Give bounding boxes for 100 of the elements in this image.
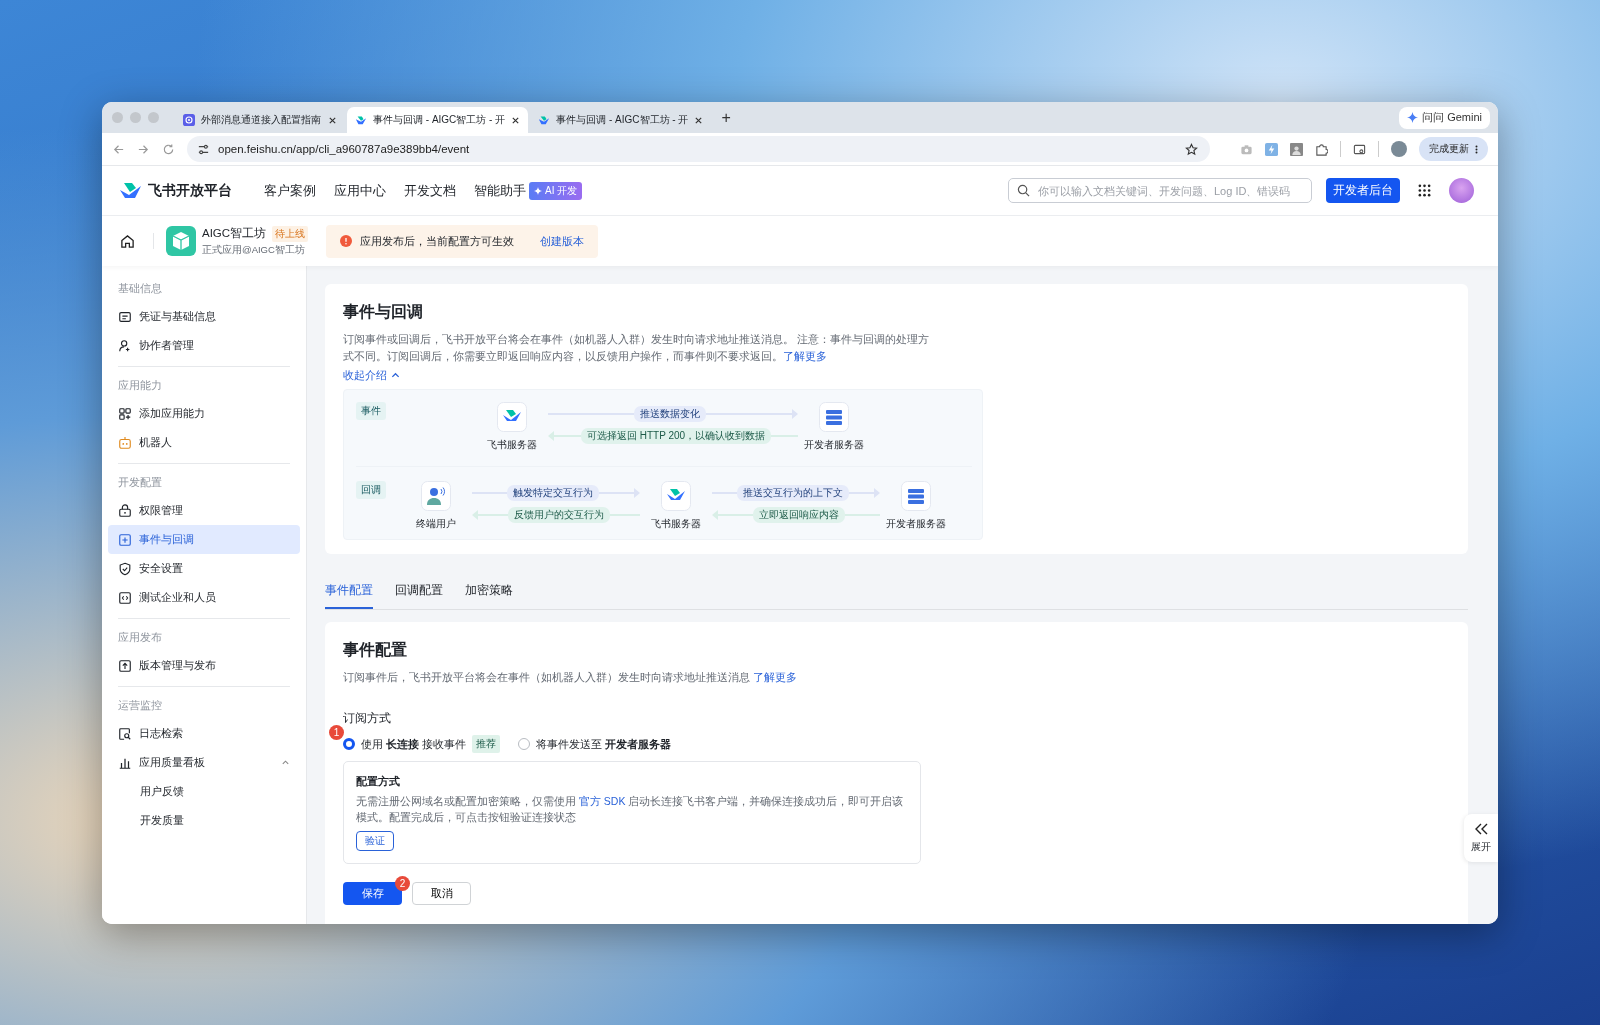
row-tag: 事件 [356, 402, 386, 420]
logo-text[interactable]: 飞书开放平台 [148, 181, 232, 200]
step-badge: 2 [395, 876, 410, 891]
apps-grid-icon[interactable] [1418, 184, 1431, 197]
sidebar-section-title: 应用能力 [118, 378, 163, 393]
camera-icon[interactable] [1240, 142, 1253, 156]
double-chevron-left-icon [1473, 822, 1489, 836]
puzzle-icon[interactable] [1315, 142, 1328, 156]
tab-search-icon[interactable] [1353, 142, 1366, 156]
sidebar-section-title: 应用发布 [118, 630, 163, 645]
browser-tab[interactable]: 外部消息通道接入配置指南 [175, 107, 345, 133]
node-label: 飞书服务器 [487, 438, 537, 452]
browser-tab[interactable]: 事件与回调 - AIGC智工坊 - 开 [530, 107, 712, 133]
close-icon[interactable] [694, 115, 704, 125]
server-icon [901, 481, 931, 511]
more-icon [1475, 143, 1478, 155]
search-icon [1017, 184, 1030, 197]
gemini-button[interactable]: 问问 Gemini [1399, 106, 1490, 129]
sidebar-item[interactable]: 机器人 [108, 428, 300, 457]
search-field[interactable]: 你可以输入文档关键词、开发问题、Log ID、错误码 [1008, 178, 1312, 203]
arrow-label: 推送数据变化 [634, 406, 706, 422]
site-settings-icon[interactable] [197, 142, 210, 156]
verify-button[interactable]: 验证 [356, 831, 394, 851]
node-label: 终端用户 [416, 517, 456, 531]
arrow-label: 触发特定交互行为 [507, 485, 599, 501]
sidebar-item[interactable]: 凭证与基础信息 [108, 302, 300, 331]
step-badge: 1 [329, 725, 344, 740]
expand-panel-button[interactable]: 展开 [1464, 814, 1498, 862]
intro-description: 订阅事件或回调后，飞书开放平台将会在事件（如机器人入群）发生时向请求地址推送消息。 注意：事件与回调的处理方式不同。订阅回调后，你需要立即返回响应内容，以反馈用户操作，而事件则不要求返回。了解更多 [343, 332, 931, 364]
chevron-icon[interactable] [281, 758, 290, 767]
sidebar-subitem[interactable]: 用户反馈 [108, 777, 300, 806]
nav-link[interactable]: 客户案例 [264, 181, 316, 200]
sidebar-section-title: 基础信息 [118, 281, 163, 296]
arrow-label: 立即返回响应内容 [753, 507, 845, 523]
notice-text: 应用发布后，当前配置方可生效 [360, 233, 515, 249]
sidebar-item[interactable]: 权限管理 [108, 496, 300, 525]
close-icon[interactable] [328, 115, 337, 125]
user-speaking-icon [421, 481, 451, 511]
developer-console-button[interactable]: 开发者后台 [1326, 178, 1400, 203]
tab[interactable]: 加密策略 [465, 572, 513, 609]
sidebar-item[interactable]: 协作者管理 [108, 331, 300, 360]
ai-badge: AI 开发 [529, 181, 583, 200]
bookmark-star-icon[interactable] [1185, 142, 1198, 156]
extension-bolt-icon[interactable] [1265, 142, 1278, 156]
warning-icon [340, 235, 353, 247]
reload-icon[interactable] [162, 142, 175, 156]
sidebar-item[interactable]: 日志检索 [108, 719, 300, 748]
collapse-intro-link[interactable]: 收起介绍 [343, 368, 400, 383]
bird-logo-icon [497, 402, 527, 432]
app-cube-icon [166, 226, 196, 256]
sidebar-item[interactable]: 安全设置 [108, 554, 300, 583]
learn-more-link[interactable]: 了解更多 [783, 350, 827, 362]
sidebar-item[interactable]: 事件与回调 [108, 525, 300, 554]
lock-icon [118, 503, 132, 518]
sparkle-icon [1407, 112, 1419, 123]
code-icon [118, 590, 132, 605]
target-icon [183, 114, 195, 126]
section-title: 事件与回调 [343, 302, 424, 322]
tab[interactable]: 事件配置 [325, 572, 373, 609]
user-avatar[interactable] [1449, 178, 1474, 203]
apps-icon [118, 406, 132, 421]
home-icon[interactable] [120, 233, 135, 249]
new-tab-button[interactable]: + [713, 108, 739, 127]
sidebar-item[interactable]: 测试企业和人员 [108, 583, 300, 612]
tab[interactable]: 回调配置 [395, 572, 443, 609]
arrow-label: 可选择返回 HTTP 200，以确认收到数据 [580, 428, 772, 444]
profile-avatar[interactable] [1391, 141, 1407, 157]
radio-option[interactable]: 使用 长连接 接收事件 推荐 [343, 735, 501, 753]
node-label: 飞书服务器 [651, 517, 701, 531]
upload-icon [118, 658, 132, 673]
learn-more-link[interactable]: 了解更多 [753, 671, 798, 683]
browser-tab[interactable]: 事件与回调 - AIGC智工坊 - 开 [347, 107, 529, 133]
nav-link[interactable]: 智能助手 [474, 181, 526, 200]
radio-option[interactable]: 将事件发送至 开发者服务器 [518, 736, 672, 752]
sidebar-subitem[interactable]: 开发质量 [108, 806, 300, 835]
event-config-description: 订阅事件后，飞书开放平台将会在事件（如机器人入群）发生时向请求地址推送消息 了解更多 [343, 670, 799, 685]
nav-link[interactable]: 应用中心 [334, 181, 386, 200]
update-button[interactable]: 完成更新 [1419, 137, 1488, 161]
official-sdk-link[interactable]: 官方 SDK [578, 795, 626, 807]
bird-logo-icon [538, 114, 551, 126]
id-card-icon [118, 309, 132, 324]
sidebar-item[interactable]: 应用质量看板 [108, 748, 300, 777]
radio-button[interactable] [343, 738, 355, 750]
sidebar-item[interactable]: 添加应用能力 [108, 399, 300, 428]
extension-portrait-icon[interactable] [1290, 142, 1303, 156]
nav-link[interactable]: 开发文档 [404, 181, 456, 200]
robot-icon [118, 435, 132, 450]
config-method-text: 无需注册公网域名或配置加密策略，仅需使用 官方 SDK 启动长连接飞书客户端，并确保连接成功后，即可开启该模式。配置完成后，可点击按钮验证连接状态 [356, 794, 905, 825]
node-label: 开发者服务器 [886, 517, 946, 531]
address-bar[interactable]: open.feishu.cn/app/cli_a960787a9e389bb4/event [187, 136, 1210, 162]
row-tag: 回调 [356, 481, 386, 499]
event-icon [118, 532, 132, 547]
status-badge: 待上线 [272, 225, 309, 242]
bird-logo-icon [661, 481, 691, 511]
close-icon[interactable] [511, 115, 521, 125]
sidebar-item[interactable]: 版本管理与发布 [108, 651, 300, 680]
cancel-button[interactable]: 取消 [412, 882, 471, 905]
app-subtitle: 正式应用@AIGC智工坊 [202, 243, 306, 257]
subscription-method-label: 订阅方式 [343, 710, 392, 727]
create-version-link[interactable]: 创建版本 [540, 233, 585, 249]
